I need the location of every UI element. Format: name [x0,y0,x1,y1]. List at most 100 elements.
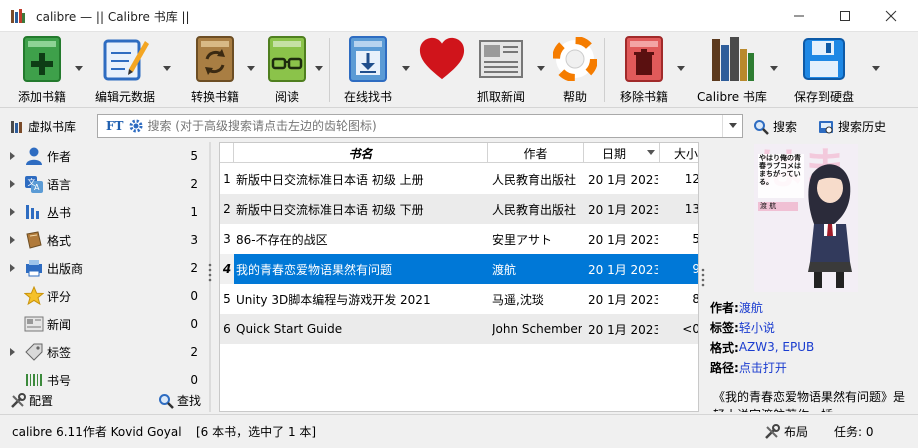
tag-category-publishers[interactable]: 出版商 2 [0,254,202,282]
layout-button[interactable]: 布局 [764,423,808,440]
table-row[interactable]: 3 86-不存在的战区 安里アサト 20 1月 2023 5 [220,224,698,254]
tag-category-news[interactable]: 新闻 0 [0,310,202,338]
expand-arrow-icon[interactable] [10,236,15,244]
gear-icon[interactable] [129,119,143,133]
tag-category-formats[interactable]: 格式 3 [0,226,202,254]
minimize-icon [794,15,804,17]
table-row[interactable]: 2 新版中日交流标准日本语 初级 下册 人民教育出版社 20 1月 2023 1… [220,194,698,224]
virtual-library-button[interactable]: 虚拟书库 [10,118,76,135]
series-icon [26,205,39,219]
calibre-app-icon [11,9,25,23]
window-title: calibre — || Calibre 书库 || [36,10,190,24]
book-details-panel: 作者: 渡航 标签: 轻小说 格式: AZW3, EPUB 路径: 点击打开 《我的青春… [707,296,918,413]
tag-category-identifiers[interactable]: 书号 0 [0,366,202,386]
calibre-library-button[interactable]: Calibre 书库 [692,34,772,106]
donate-heart-button[interactable] [414,34,470,106]
tag-browser: 作者 5 文A 语言 2 丛书 1 格式 3 出版商 2 评分 0 新闻 0 标签 2 书号 0 [0,142,202,386]
table-header: 书名 作者 日期 大小 [220,143,698,163]
remove-book-icon [625,36,663,82]
search-input[interactable] [147,119,722,133]
minimize-button[interactable] [776,0,822,32]
save-dropdown-icon[interactable] [872,66,880,72]
splitter-grip-icon [701,268,705,287]
search-button[interactable]: 搜索 [753,118,797,135]
search-history-button[interactable]: 搜索历史 [818,118,886,135]
newspaper-icon [479,40,523,78]
table-row[interactable]: 1 新版中日交流标准日本语 初级 上册 人民教育出版社 20 1月 2023 1… [220,164,698,194]
path-open-link[interactable]: 点击打开 [739,359,787,376]
read-button[interactable]: 阅读 [262,34,312,106]
saved-search-icon [819,120,833,133]
column-header-date[interactable]: 日期 [584,143,660,163]
close-icon [885,10,897,22]
read-dropdown-icon[interactable] [315,66,323,72]
book-cover-image[interactable]: はま やはり俺の青春ラブコメはまちがっている。 渡 航 [754,144,858,292]
table-row[interactable]: 6 Quick Start Guide John Schember 20 1月 … [220,314,698,344]
configure-button[interactable]: 配置 [10,392,53,409]
cover-title-text: やはり俺の青春ラブコメはまちがっている。 [759,154,801,186]
download-book-icon [349,36,387,82]
format-book-icon [26,231,42,249]
tag-category-languages[interactable]: 文A 语言 2 [0,170,202,198]
get-books-button[interactable]: 在线找书 [338,34,398,106]
tag-browser-footer: 配置 查找 [0,388,215,414]
full-text-search-icon[interactable]: FT [106,119,123,133]
add-books-dropdown-icon[interactable] [75,66,83,72]
detail-formats: 格式: AZW3, EPUB [710,340,815,355]
library-dropdown-icon[interactable] [770,66,778,72]
table-row[interactable]: 5 Unity 3D脚本编程与游戏开发 2021 马遥,沈琰 20 1月 202… [220,284,698,314]
fetch-news-dropdown-icon[interactable] [537,66,545,72]
remove-books-dropdown-icon[interactable] [677,66,685,72]
help-button[interactable]: 帮助 [550,34,600,106]
barcode-icon [26,374,42,386]
get-books-dropdown-icon[interactable] [402,66,410,72]
tag-link[interactable]: 轻小说 [739,319,775,336]
find-button[interactable]: 查找 [158,392,201,409]
add-books-button[interactable]: 添加书籍 [12,34,72,106]
virtual-library-icon [11,120,22,133]
lifebuoy-help-icon [553,37,597,81]
column-header-author[interactable]: 作者 [488,143,584,163]
detail-path: 路径: 点击打开 [710,359,787,376]
right-splitter-handle[interactable] [699,142,707,412]
search-dropdown[interactable] [722,115,742,137]
maximize-button[interactable] [822,0,868,32]
expand-arrow-icon[interactable] [10,152,15,160]
column-header-size[interactable]: 大小 [660,143,698,163]
expand-arrow-icon[interactable] [10,180,15,188]
title-bar: calibre — || Calibre 书库 || [0,0,918,32]
close-button[interactable] [868,0,914,32]
search-box[interactable]: FT [97,114,743,138]
expand-arrow-icon[interactable] [10,348,15,356]
detail-author: 作者: 渡航 [710,299,763,316]
expand-arrow-icon[interactable] [10,264,15,272]
edit-metadata-button[interactable]: 编辑元数据 [92,34,158,106]
tag-category-rating[interactable]: 评分 0 [0,282,202,310]
expand-arrow-icon[interactable] [10,208,15,216]
table-row-selected[interactable]: 4 我的青春恋爱物语果然有问题 渡航 20 1月 2023 9 [220,254,698,284]
tag-category-authors[interactable]: 作者 5 [0,142,202,170]
edit-metadata-icon [103,39,149,81]
book-comment: 《我的青春恋爱物语果然有问题》是轻小说家渡航著作，插 [713,390,906,412]
maximize-icon [840,11,850,21]
tag-label-icon [25,343,43,361]
jobs-indicator[interactable]: 任务: 0 [834,423,874,440]
remove-books-button[interactable]: 移除书籍 [614,34,674,106]
convert-books-button[interactable]: 转换书籍 [186,34,244,106]
convert-dropdown-icon[interactable] [247,66,255,72]
detail-tags: 标签: 轻小说 [710,319,775,336]
edit-metadata-dropdown-icon[interactable] [163,66,171,72]
author-link[interactable]: 渡航 [739,299,763,316]
tag-category-tags[interactable]: 标签 2 [0,338,202,366]
left-splitter-handle[interactable] [203,142,217,412]
save-to-disk-button[interactable]: 保存到硬盘 [790,34,858,106]
status-bar: calibre 6.11作者 Kovid Goyal [6 本书，选中了 1 本… [0,414,918,448]
heart-icon [419,37,465,80]
column-header-title[interactable]: 书名 [234,143,488,163]
tag-category-series[interactable]: 丛书 1 [0,198,202,226]
book-list-table[interactable]: 书名 作者 日期 大小 1 新版中日交流标准日本语 初级 上册 人民教育出版社 … [219,142,699,412]
fetch-news-button[interactable]: 抓取新闻 [470,34,532,106]
wrench-icon [765,423,780,439]
formats-link[interactable]: AZW3, EPUB [739,340,814,354]
chevron-down-icon [728,123,737,128]
